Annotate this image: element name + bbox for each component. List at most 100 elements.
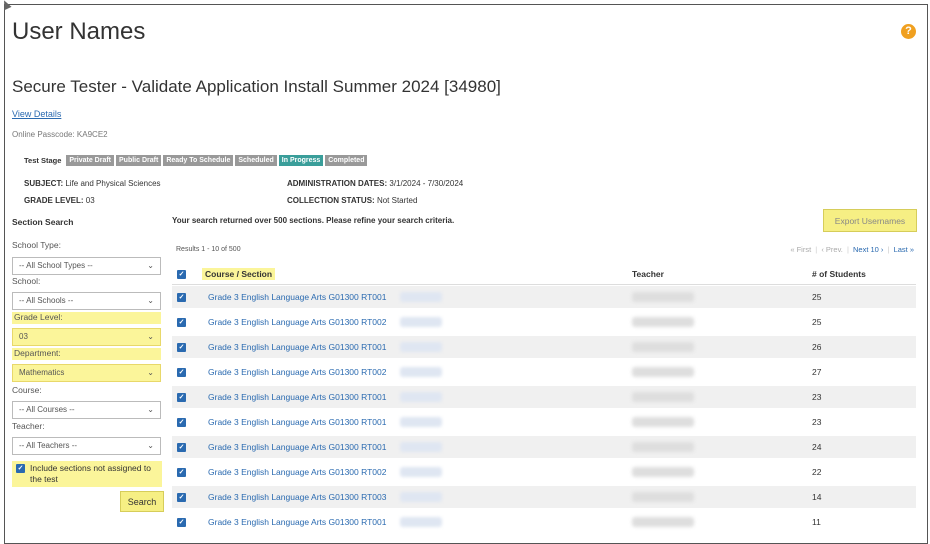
- department-select[interactable]: Mathematics ⌄: [12, 364, 161, 382]
- course-section-link[interactable]: Grade 3 English Language Arts G01300 RT0…: [208, 392, 386, 402]
- subject-value: Life and Physical Sciences: [65, 179, 161, 188]
- redacted-section-id: [400, 517, 442, 527]
- student-count: 23: [812, 417, 822, 427]
- school-label: School:: [12, 276, 41, 286]
- redacted-section-id: [400, 442, 442, 452]
- table-row: ✓ Grade 3 English Language Arts G01300 R…: [172, 436, 916, 458]
- results-message: Your search returned over 500 sections. …: [172, 216, 455, 225]
- course-filter-label: Course:: [12, 385, 42, 395]
- chevron-down-icon: ⌄: [147, 261, 154, 270]
- school-type-label: School Type:: [12, 240, 61, 250]
- redacted-teacher-name: [632, 317, 694, 327]
- redacted-teacher-name: [632, 292, 694, 302]
- course-section-link[interactable]: Grade 3 English Language Arts G01300 RT0…: [208, 517, 386, 527]
- include-unassigned-checkbox-icon[interactable]: ✓: [16, 464, 25, 473]
- grade-level-select-value: 03: [19, 332, 28, 341]
- row-checkbox-icon[interactable]: ✓: [177, 468, 186, 477]
- row-checkbox-icon[interactable]: ✓: [177, 443, 186, 452]
- student-count: 23: [812, 392, 822, 402]
- table-row: ✓ Grade 3 English Language Arts G01300 R…: [172, 386, 916, 408]
- row-checkbox-icon[interactable]: ✓: [177, 318, 186, 327]
- test-title: Secure Tester - Validate Application Ins…: [12, 77, 501, 96]
- stage-ready-to-schedule: Ready To Schedule: [163, 155, 234, 166]
- redacted-teacher-name: [632, 467, 694, 477]
- redacted-teacher-name: [632, 442, 694, 452]
- table-row: ✓ Grade 3 English Language Arts G01300 R…: [172, 486, 916, 508]
- pager-next[interactable]: Next 10 ›: [853, 245, 883, 254]
- stage-scheduled: Scheduled: [235, 155, 277, 166]
- student-count: 25: [812, 317, 822, 327]
- student-count: 14: [812, 492, 822, 502]
- administration-dates-label: ADMINISTRATION DATES:: [287, 179, 388, 188]
- student-count: 11: [812, 517, 821, 527]
- column-teacher: Teacher: [632, 269, 664, 279]
- grade-level-info: GRADE LEVEL: 03: [24, 196, 95, 205]
- course-select[interactable]: -- All Courses -- ⌄: [12, 401, 161, 419]
- redacted-section-id: [400, 317, 442, 327]
- redacted-section-id: [400, 292, 442, 302]
- table-row: ✓ Grade 3 English Language Arts G01300 R…: [172, 361, 916, 383]
- school-value: -- All Schools --: [19, 296, 74, 305]
- course-filter-value: -- All Courses --: [19, 405, 75, 414]
- redacted-teacher-name: [632, 517, 694, 527]
- help-icon[interactable]: ?: [901, 24, 916, 39]
- course-section-link[interactable]: Grade 3 English Language Arts G01300 RT0…: [208, 467, 386, 477]
- row-checkbox-icon[interactable]: ✓: [177, 418, 186, 427]
- collection-status-info: COLLECTION STATUS: Not Started: [287, 196, 417, 205]
- course-section-link[interactable]: Grade 3 English Language Arts G01300 RT0…: [208, 417, 386, 427]
- section-search-panel: Section Search: [12, 217, 162, 227]
- row-checkbox-icon[interactable]: ✓: [177, 343, 186, 352]
- test-stage-label: Test Stage: [24, 156, 62, 165]
- pager-last[interactable]: Last »: [894, 245, 914, 254]
- redacted-section-id: [400, 342, 442, 352]
- course-section-link[interactable]: Grade 3 English Language Arts G01300 RT0…: [208, 342, 386, 352]
- table-row: ✓ Grade 3 English Language Arts G01300 R…: [172, 461, 916, 483]
- chevron-down-icon: ⌄: [147, 332, 154, 341]
- table-row: ✓ Grade 3 English Language Arts G01300 R…: [172, 311, 916, 333]
- course-section-link[interactable]: Grade 3 English Language Arts G01300 RT0…: [208, 442, 386, 452]
- test-stage-bar: Test Stage Private Draft Public Draft Re…: [24, 155, 368, 166]
- collection-status-label: COLLECTION STATUS:: [287, 196, 375, 205]
- row-checkbox-icon[interactable]: ✓: [177, 493, 186, 502]
- grade-level-select[interactable]: 03 ⌄: [12, 328, 161, 346]
- pager-prev: ‹ Prev.: [821, 245, 843, 254]
- table-row: ✓ Grade 3 English Language Arts G01300 R…: [172, 336, 916, 358]
- course-section-link[interactable]: Grade 3 English Language Arts G01300 RT0…: [208, 367, 386, 377]
- results-table-header: ✓ Course / Section Teacher # of Students: [172, 264, 916, 285]
- grade-level-label: GRADE LEVEL:: [24, 196, 84, 205]
- school-select[interactable]: -- All Schools -- ⌄: [12, 292, 161, 310]
- department-value: Mathematics: [19, 368, 65, 377]
- redacted-teacher-name: [632, 392, 694, 402]
- row-checkbox-icon[interactable]: ✓: [177, 368, 186, 377]
- stage-in-progress: In Progress: [278, 155, 324, 166]
- export-usernames-button[interactable]: Export Usernames: [823, 209, 917, 232]
- pagination: « First | ‹ Prev. | Next 10 › | Last »: [790, 245, 914, 254]
- row-checkbox-icon[interactable]: ✓: [177, 518, 186, 527]
- course-section-link[interactable]: Grade 3 English Language Arts G01300 RT0…: [208, 317, 386, 327]
- student-count: 26: [812, 342, 822, 352]
- school-type-select[interactable]: -- All School Types -- ⌄: [12, 257, 161, 275]
- chevron-down-icon: ⌄: [147, 405, 154, 414]
- teacher-select[interactable]: -- All Teachers -- ⌄: [12, 437, 161, 455]
- redacted-section-id: [400, 392, 442, 402]
- student-count: 25: [812, 292, 822, 302]
- column-course-section: Course / Section: [202, 268, 276, 280]
- teacher-filter-value: -- All Teachers --: [19, 441, 78, 450]
- chevron-down-icon: ⌄: [147, 368, 154, 377]
- row-checkbox-icon[interactable]: ✓: [177, 293, 186, 302]
- online-passcode: Online Passcode: KA9CE2: [12, 130, 108, 139]
- subject-info: SUBJECT: Life and Physical Sciences: [24, 179, 161, 188]
- include-unassigned-option[interactable]: ✓ Include sections not assigned to the t…: [12, 461, 162, 487]
- chevron-down-icon: ⌄: [147, 441, 154, 450]
- redacted-section-id: [400, 492, 442, 502]
- row-checkbox-icon[interactable]: ✓: [177, 393, 186, 402]
- course-section-link[interactable]: Grade 3 English Language Arts G01300 RT0…: [208, 292, 386, 302]
- search-button[interactable]: Search: [120, 491, 164, 512]
- view-details-link[interactable]: View Details: [12, 109, 61, 119]
- redacted-teacher-name: [632, 492, 694, 502]
- redacted-section-id: [400, 467, 442, 477]
- select-all-checkbox-icon[interactable]: ✓: [177, 270, 186, 279]
- course-section-link[interactable]: Grade 3 English Language Arts G01300 RT0…: [208, 492, 386, 502]
- administration-dates-value: 3/1/2024 - 7/30/2024: [389, 179, 464, 188]
- student-count: 27: [812, 367, 822, 377]
